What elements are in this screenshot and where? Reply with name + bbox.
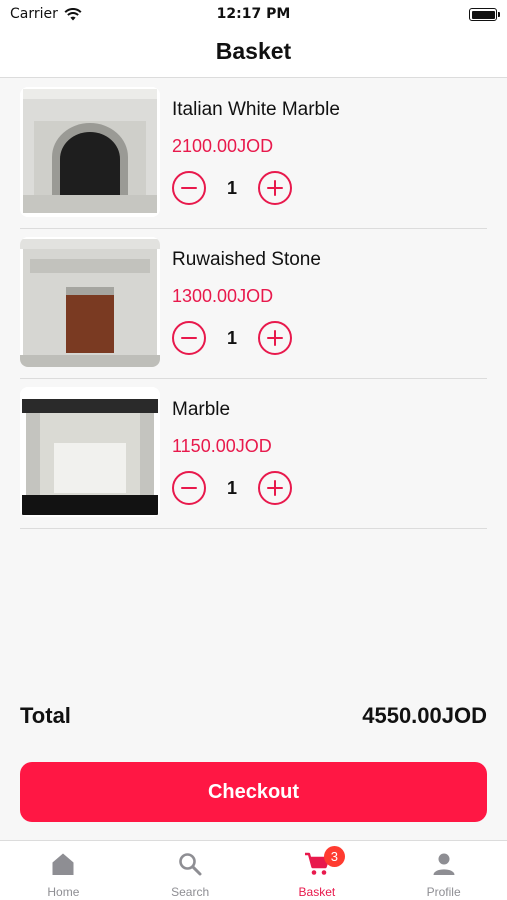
product-name: Marble xyxy=(172,399,231,420)
product-price: 1150.00JOD xyxy=(172,436,272,456)
total-row: Total 4550.00JOD xyxy=(20,703,487,729)
tab-search[interactable]: Search xyxy=(127,841,254,900)
basket-item[interactable]: Ruwaished Stone 1300.00JOD 1 xyxy=(20,229,487,379)
total-label: Total xyxy=(20,703,71,728)
increase-quantity-button[interactable] xyxy=(258,321,292,355)
quantity-value: 1 xyxy=(226,477,237,498)
quantity-stepper: 1 xyxy=(172,470,292,506)
home-icon xyxy=(50,851,76,877)
search-icon xyxy=(177,851,203,877)
nav-header: Basket xyxy=(0,28,507,78)
quantity-value: 1 xyxy=(226,327,237,348)
person-icon xyxy=(431,851,457,877)
tab-label: Home xyxy=(47,885,80,899)
total-value: 4550.00JOD xyxy=(362,703,487,728)
product-price: 1300.00JOD xyxy=(172,286,274,306)
product-image xyxy=(20,237,160,367)
page-title: Basket xyxy=(215,38,292,64)
tab-bar: Home Search 3 Basket Profile xyxy=(0,840,507,900)
quantity-stepper: 1 xyxy=(172,320,292,356)
decrease-quantity-button[interactable] xyxy=(172,321,206,355)
increase-quantity-button[interactable] xyxy=(258,471,292,505)
product-name: Ruwaished Stone xyxy=(172,249,321,270)
tab-home[interactable]: Home xyxy=(0,841,127,900)
tab-profile[interactable]: Profile xyxy=(380,841,507,900)
clock: 12:17 PM xyxy=(216,6,291,22)
status-bar: Carrier 12:17 PM xyxy=(0,0,507,28)
product-image xyxy=(20,387,160,517)
quantity-value: 1 xyxy=(226,177,237,198)
increase-quantity-button[interactable] xyxy=(258,171,292,205)
tab-basket[interactable]: 3 Basket xyxy=(254,841,381,900)
battery-icon xyxy=(469,8,500,21)
decrease-quantity-button[interactable] xyxy=(172,171,206,205)
tab-label: Basket xyxy=(298,885,336,899)
quantity-stepper: 1 xyxy=(172,170,292,206)
product-image xyxy=(20,87,160,217)
cart-count-badge: 3 xyxy=(323,846,345,867)
checkout-button[interactable]: Checkout xyxy=(20,762,487,822)
basket-item[interactable]: Marble 1150.00JOD 1 xyxy=(20,379,487,529)
product-price: 2100.00JOD xyxy=(172,136,274,156)
tab-label: Profile xyxy=(426,885,461,899)
basket-list: Italian White Marble 2100.00JOD 1 Ruwais… xyxy=(20,79,487,529)
basket-item[interactable]: Italian White Marble 2100.00JOD 1 xyxy=(20,79,487,229)
tab-label: Search xyxy=(171,885,210,899)
product-name: Italian White Marble xyxy=(172,99,340,120)
decrease-quantity-button[interactable] xyxy=(172,471,206,505)
